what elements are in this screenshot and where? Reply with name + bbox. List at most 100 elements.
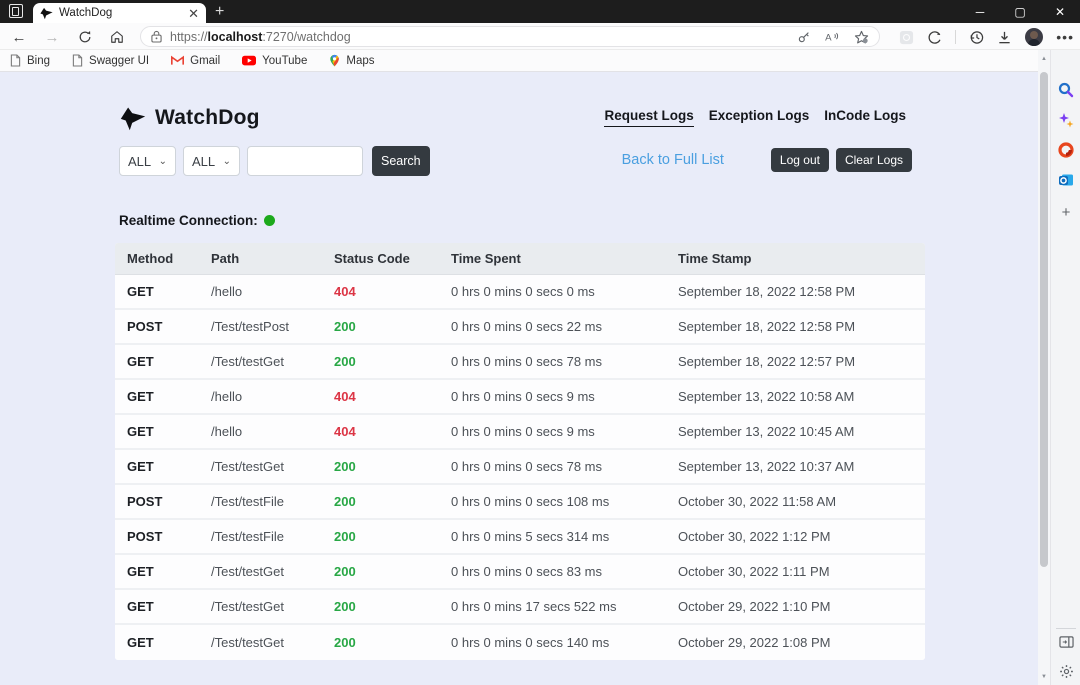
bookmark-bing[interactable]: Bing xyxy=(10,54,50,67)
watchdog-logo-icon xyxy=(119,105,147,131)
address-bar[interactable]: https://localhost:7270/watchdog A xyxy=(140,26,880,47)
top-navigation: Request Logs Exception Logs InCode Logs xyxy=(604,108,906,127)
bookmark-youtube[interactable]: YouTube xyxy=(242,55,307,67)
home-icon xyxy=(110,30,124,44)
toolbar-divider xyxy=(955,30,956,44)
cell-timestamp: September 13, 2022 10:58 AM xyxy=(678,389,925,404)
browser-essentials-icon[interactable] xyxy=(927,30,942,45)
cell-method: GET xyxy=(127,635,211,650)
password-key-icon[interactable] xyxy=(797,30,811,44)
search-input[interactable] xyxy=(247,146,363,176)
watchdog-favicon xyxy=(40,7,53,20)
sidebar-outlook-button[interactable] xyxy=(1051,172,1080,188)
new-tab-button[interactable]: + xyxy=(215,4,224,20)
maximize-button[interactable]: ▢ xyxy=(1000,0,1040,23)
url-text: https://localhost:7270/watchdog xyxy=(170,30,351,44)
cell-status: 404 xyxy=(334,389,451,404)
bookmark-gmail[interactable]: Gmail xyxy=(171,55,220,67)
cell-path: /Test/testPost xyxy=(211,319,334,334)
cell-time-spent: 0 hrs 0 mins 17 secs 522 ms xyxy=(451,599,678,614)
history-icon[interactable] xyxy=(969,30,984,45)
sidebar-search-button[interactable] xyxy=(1051,82,1080,98)
status-filter-select[interactable]: ALL ⌄ xyxy=(183,146,240,176)
cell-status: 404 xyxy=(334,424,451,439)
back-to-full-list-link[interactable]: Back to Full List xyxy=(622,152,724,168)
maps-icon xyxy=(329,54,340,67)
scroll-up-icon[interactable]: ▲ xyxy=(1038,56,1050,62)
cell-path: /hello xyxy=(211,284,334,299)
table-row: POST/Test/testFile2000 hrs 0 mins 5 secs… xyxy=(115,520,925,555)
tab-workspaces-icon[interactable] xyxy=(9,4,23,18)
cell-status: 200 xyxy=(334,635,451,650)
bookmark-maps[interactable]: Maps xyxy=(329,54,374,67)
settings-menu-icon[interactable]: ••• xyxy=(1056,29,1074,45)
cell-status: 200 xyxy=(334,354,451,369)
page-scrollbar[interactable]: ▲ ▼ xyxy=(1038,50,1050,685)
filter-bar: ALL ⌄ ALL ⌄ Search xyxy=(119,146,430,176)
nav-exception-logs[interactable]: Exception Logs xyxy=(709,108,810,127)
search-icon xyxy=(1058,82,1074,98)
cell-time-spent: 0 hrs 0 mins 0 secs 78 ms xyxy=(451,459,678,474)
nav-request-logs[interactable]: Request Logs xyxy=(604,108,693,127)
table-row: GET/Test/testGet2000 hrs 0 mins 0 secs 8… xyxy=(115,555,925,590)
tab-close-icon[interactable]: ✕ xyxy=(188,7,199,20)
cell-path: /hello xyxy=(211,389,334,404)
lock-icon xyxy=(151,30,162,43)
cell-method: POST xyxy=(127,494,211,509)
sidebar-add-button[interactable]: + xyxy=(1051,204,1080,221)
page-icon xyxy=(72,54,83,67)
sidebar-office-button[interactable] xyxy=(1051,142,1080,158)
cell-method: GET xyxy=(127,389,211,404)
nav-incode-logs[interactable]: InCode Logs xyxy=(824,108,906,127)
read-aloud-icon[interactable]: A xyxy=(825,30,840,44)
refresh-button[interactable] xyxy=(74,26,96,48)
minimize-button[interactable]: ─ xyxy=(960,0,1000,23)
browser-tab-watchdog[interactable]: WatchDog ✕ xyxy=(33,3,206,23)
chevron-down-icon: ⌄ xyxy=(223,156,231,167)
gear-icon xyxy=(1059,664,1074,679)
forward-button[interactable]: → xyxy=(41,26,63,48)
sidebar-settings-button[interactable] xyxy=(1051,664,1080,679)
search-button[interactable]: Search xyxy=(372,146,430,176)
close-button[interactable]: ✕ xyxy=(1040,0,1080,23)
extension-icon[interactable] xyxy=(899,30,914,45)
method-filter-select[interactable]: ALL ⌄ xyxy=(119,146,176,176)
panel-toggle-icon xyxy=(1059,635,1074,649)
cell-status: 200 xyxy=(334,599,451,614)
cell-timestamp: September 18, 2022 12:57 PM xyxy=(678,354,925,369)
bookmarks-bar: Bing Swagger UI Gmail YouTube Maps xyxy=(0,50,1038,72)
logout-button[interactable]: Log out xyxy=(771,148,829,172)
bookmark-swagger-ui[interactable]: Swagger UI xyxy=(72,54,149,67)
sparkles-icon xyxy=(1058,112,1074,128)
table-row: POST/Test/testFile2000 hrs 0 mins 0 secs… xyxy=(115,485,925,520)
browser-titlebar: WatchDog ✕ + ─ ▢ ✕ xyxy=(0,0,1080,23)
favorites-star-icon[interactable] xyxy=(854,30,869,44)
sidebar-collapse-button[interactable] xyxy=(1051,635,1080,649)
col-path: Path xyxy=(211,251,334,266)
sidebar-copilot-button[interactable] xyxy=(1051,112,1080,128)
col-status-code: Status Code xyxy=(334,251,451,266)
cell-path: /Test/testGet xyxy=(211,635,334,650)
cell-method: GET xyxy=(127,564,211,579)
cell-time-spent: 0 hrs 0 mins 0 secs 140 ms xyxy=(451,635,678,650)
cell-method: GET xyxy=(127,459,211,474)
profile-avatar[interactable] xyxy=(1025,28,1043,46)
cell-path: /Test/testFile xyxy=(211,529,334,544)
table-header-row: Method Path Status Code Time Spent Time … xyxy=(115,243,925,275)
clear-logs-button[interactable]: Clear Logs xyxy=(836,148,912,172)
cell-method: GET xyxy=(127,424,211,439)
table-row: GET/hello4040 hrs 0 mins 0 secs 0 msSept… xyxy=(115,275,925,310)
back-button[interactable]: ← xyxy=(8,26,30,48)
cell-status: 200 xyxy=(334,564,451,579)
home-button[interactable] xyxy=(106,26,128,48)
scroll-down-icon[interactable]: ▼ xyxy=(1038,674,1050,680)
table-row: GET/Test/testGet2000 hrs 0 mins 0 secs 7… xyxy=(115,450,925,485)
table-body: GET/hello4040 hrs 0 mins 0 secs 0 msSept… xyxy=(115,275,925,660)
cell-status: 404 xyxy=(334,284,451,299)
cell-status: 200 xyxy=(334,319,451,334)
scrollbar-thumb[interactable] xyxy=(1040,72,1048,567)
downloads-icon[interactable] xyxy=(997,30,1012,45)
cell-time-spent: 0 hrs 0 mins 0 secs 0 ms xyxy=(451,284,678,299)
cell-time-spent: 0 hrs 0 mins 0 secs 83 ms xyxy=(451,564,678,579)
cell-timestamp: September 18, 2022 12:58 PM xyxy=(678,319,925,334)
